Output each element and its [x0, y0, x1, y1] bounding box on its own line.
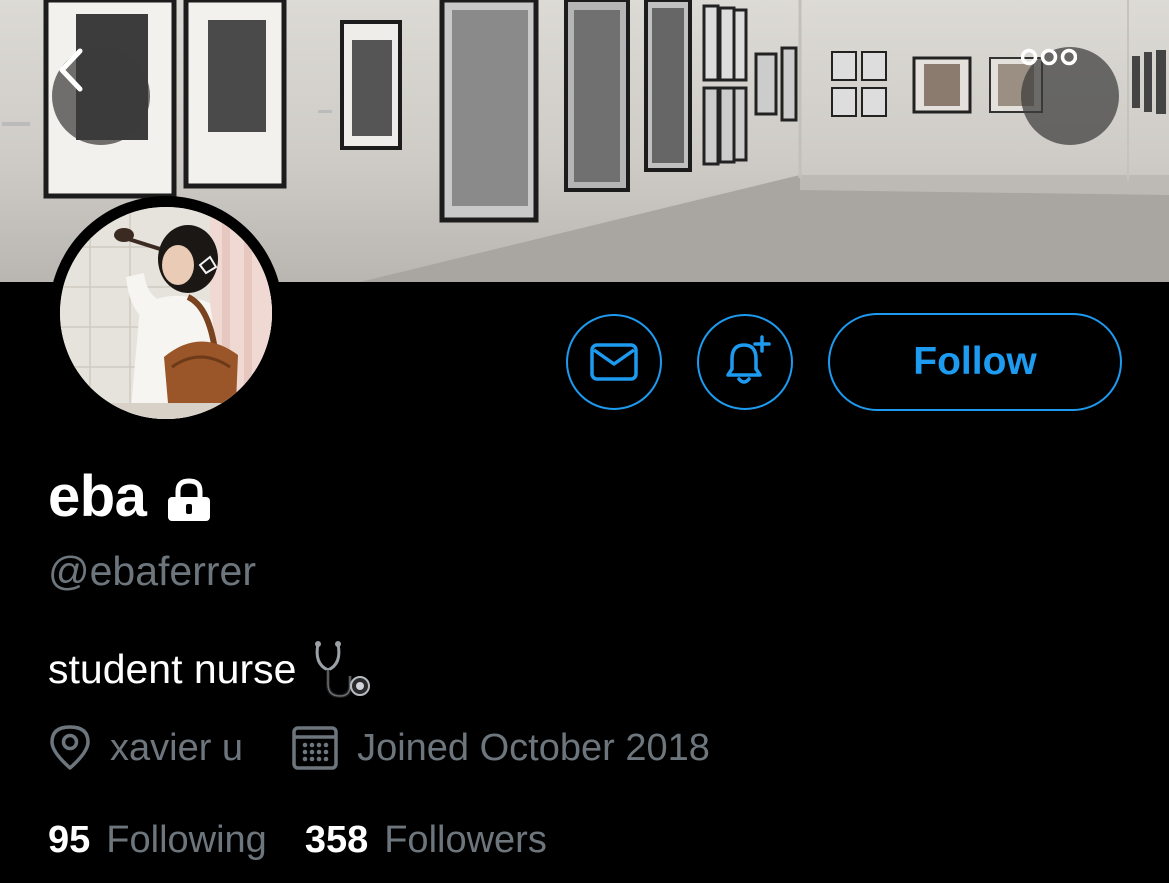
message-button[interactable]	[566, 314, 662, 410]
notifications-button[interactable]	[697, 314, 793, 410]
calendar-icon	[292, 726, 338, 770]
back-button[interactable]	[52, 47, 150, 145]
envelope-icon	[590, 343, 638, 381]
bio-text: student nurse	[48, 646, 297, 692]
more-horizontal-icon	[1021, 48, 1077, 66]
followers-count: 358	[304, 819, 369, 861]
follow-button[interactable]: Follow	[828, 313, 1122, 411]
profile-bio: student nurse	[48, 638, 372, 700]
bell-plus-icon	[726, 335, 771, 384]
profile-stats: 95 Following 358 Followers	[48, 814, 547, 866]
followers-label: Followers	[384, 819, 547, 861]
location-pin-icon	[50, 725, 90, 770]
following-label: Following	[106, 819, 267, 861]
stethoscope-icon	[312, 640, 372, 700]
followers-link[interactable]: 358 Followers	[305, 814, 547, 866]
location: xavier u	[48, 722, 243, 774]
join-date: Joined October 2018	[291, 722, 710, 774]
lock-icon	[164, 478, 214, 522]
profile-handle: @ebaferrer	[48, 548, 256, 594]
more-options-button[interactable]	[1021, 47, 1119, 145]
chevron-left-icon	[59, 48, 83, 92]
profile-meta: xavier u Joined October 2018	[48, 722, 710, 774]
display-name-row: eba	[48, 462, 214, 532]
following-count: 95	[48, 819, 91, 861]
following-link[interactable]: 95 Following	[48, 814, 267, 866]
avatar-photo	[60, 207, 272, 419]
location-text: xavier u	[110, 727, 244, 769]
join-date-text: Joined October 2018	[357, 727, 710, 769]
profile-avatar[interactable]	[49, 196, 283, 430]
display-name: eba	[48, 464, 147, 529]
